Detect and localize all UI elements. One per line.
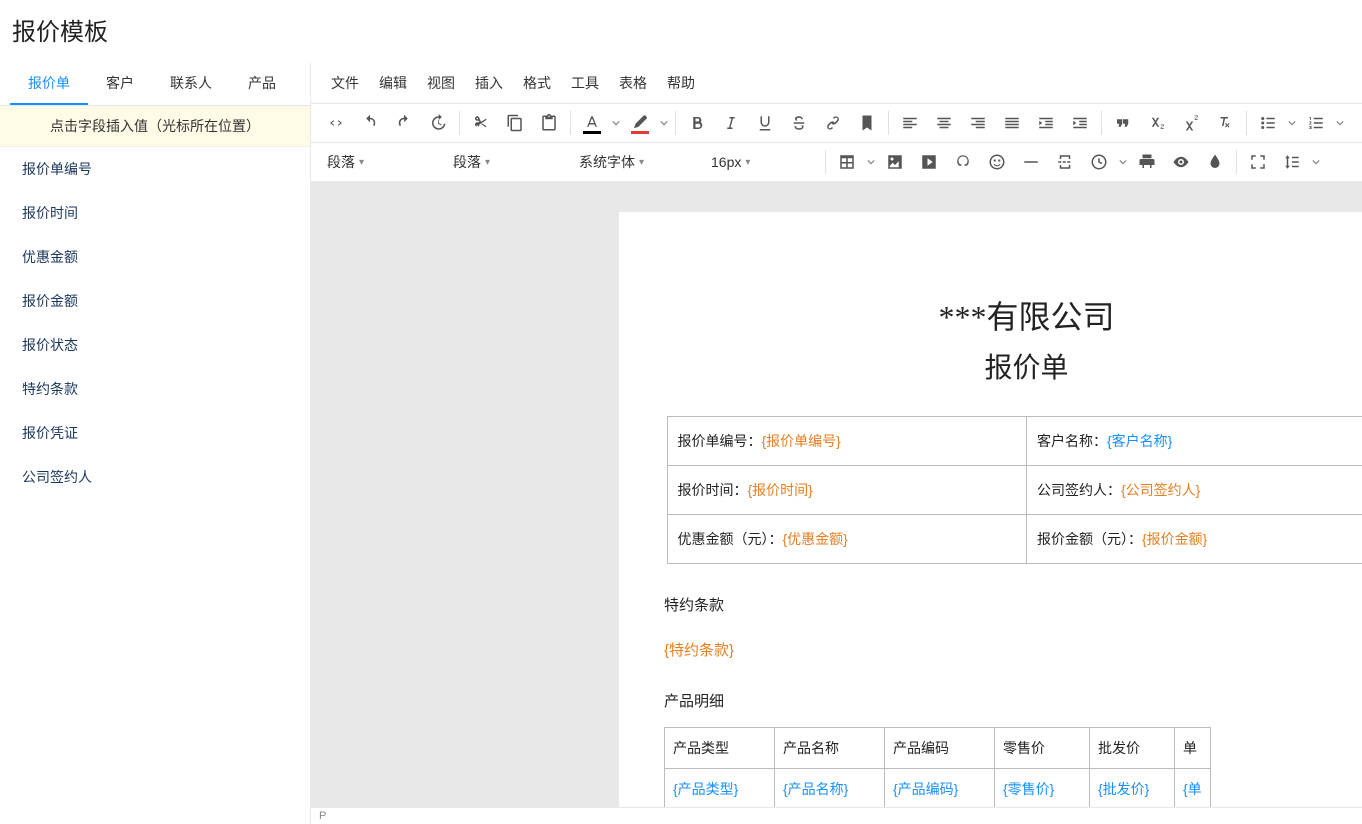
block-format-select[interactable]: 段落▾ — [319, 148, 437, 176]
field-item[interactable]: 报价时间 — [0, 191, 310, 235]
menu-file[interactable]: 文件 — [323, 69, 367, 97]
print-icon[interactable] — [1130, 145, 1164, 179]
field-item[interactable]: 报价状态 — [0, 323, 310, 367]
editor-canvas[interactable]: ***有限公司 报价单 报价单编号：{报价单编号} 客户名称：{客户名称} 报价… — [311, 182, 1362, 807]
chevron-down-icon[interactable] — [1333, 106, 1347, 140]
tab-customer[interactable]: 客户 — [88, 63, 152, 105]
indent-icon[interactable] — [1063, 106, 1097, 140]
terms-label: 特约条款 — [664, 594, 1362, 615]
chevron-down-icon[interactable] — [1285, 106, 1299, 140]
font-family-select[interactable]: 系统字体▾ — [571, 148, 695, 176]
bullet-list-icon[interactable] — [1251, 106, 1285, 140]
font-size-select[interactable]: 16px▾ — [703, 150, 813, 174]
align-left-icon[interactable] — [893, 106, 927, 140]
status-bar: P — [311, 807, 1362, 824]
toolbar-1 — [311, 104, 1362, 143]
doc-company-title: ***有限公司 — [619, 292, 1362, 338]
text-color-button[interactable] — [575, 106, 623, 140]
menubar: 文件 编辑 视图 插入 格式 工具 表格 帮助 — [311, 63, 1362, 104]
terms-placeholder: {特约条款} — [664, 639, 1362, 660]
highlight-color-button[interactable] — [623, 106, 671, 140]
field-item[interactable]: 特约条款 — [0, 367, 310, 411]
field-hint: 点击字段插入值（光标所在位置） — [0, 106, 310, 147]
bookmark-icon[interactable] — [850, 106, 884, 140]
emoji-icon[interactable] — [980, 145, 1014, 179]
field-item[interactable]: 报价凭证 — [0, 411, 310, 455]
document[interactable]: ***有限公司 报价单 报价单编号：{报价单编号} 客户名称：{客户名称} 报价… — [619, 212, 1362, 807]
align-center-icon[interactable] — [927, 106, 961, 140]
history-icon[interactable] — [421, 106, 455, 140]
numbered-list-button[interactable] — [1299, 106, 1347, 140]
detail-table: 产品类型 产品名称 产品编码 零售价 批发价 单 {产品类型} {产品名称} {… — [664, 727, 1211, 807]
tab-product[interactable]: 产品 — [230, 63, 294, 105]
numbered-list-icon[interactable] — [1299, 106, 1333, 140]
info-table: 报价单编号：{报价单编号} 客户名称：{客户名称} 报价时间：{报价时间} 公司… — [667, 416, 1362, 564]
left-panel: 报价单 客户 联系人 产品 点击字段插入值（光标所在位置） 报价单编号 报价时间… — [0, 63, 310, 824]
chevron-down-icon[interactable] — [1116, 145, 1130, 179]
outdent-icon[interactable] — [1029, 106, 1063, 140]
line-height-button[interactable] — [1275, 145, 1323, 179]
italic-icon[interactable] — [714, 106, 748, 140]
field-tabs: 报价单 客户 联系人 产品 — [0, 63, 310, 106]
field-item[interactable]: 报价金额 — [0, 279, 310, 323]
special-char-icon[interactable] — [946, 145, 980, 179]
page-title: 报价模板 — [0, 0, 1362, 63]
menu-table[interactable]: 表格 — [611, 69, 655, 97]
bold-icon[interactable] — [680, 106, 714, 140]
detail-label: 产品明细 — [664, 690, 1362, 711]
preview-icon[interactable] — [1164, 145, 1198, 179]
tab-quote[interactable]: 报价单 — [10, 63, 88, 105]
tab-contact[interactable]: 联系人 — [152, 63, 230, 105]
field-item[interactable]: 报价单编号 — [0, 147, 310, 191]
menu-view[interactable]: 视图 — [419, 69, 463, 97]
underline-icon[interactable] — [748, 106, 782, 140]
menu-format[interactable]: 格式 — [515, 69, 559, 97]
chevron-down-icon[interactable] — [1309, 145, 1323, 179]
source-code-icon[interactable] — [319, 106, 353, 140]
chevron-down-icon[interactable] — [864, 145, 878, 179]
clock-icon[interactable] — [1082, 145, 1116, 179]
link-icon[interactable] — [816, 106, 850, 140]
undo-icon[interactable] — [353, 106, 387, 140]
subscript-icon[interactable] — [1140, 106, 1174, 140]
align-right-icon[interactable] — [961, 106, 995, 140]
image-icon[interactable] — [878, 145, 912, 179]
field-list: 报价单编号 报价时间 优惠金额 报价金额 报价状态 特约条款 报价凭证 公司签约… — [0, 147, 310, 499]
field-item[interactable]: 公司签约人 — [0, 455, 310, 499]
ink-drop-icon[interactable] — [1198, 145, 1232, 179]
chevron-down-icon[interactable] — [657, 106, 671, 140]
copy-icon[interactable] — [498, 106, 532, 140]
fullscreen-icon[interactable] — [1241, 145, 1275, 179]
editor-panel: 文件 编辑 视图 插入 格式 工具 表格 帮助 — [310, 63, 1362, 824]
datetime-button[interactable] — [1082, 145, 1130, 179]
menu-edit[interactable]: 编辑 — [371, 69, 415, 97]
paste-icon[interactable] — [532, 106, 566, 140]
toolbar-2: 段落▾ 段落▾ 系统字体▾ 16px▾ — [311, 143, 1362, 182]
chevron-down-icon[interactable] — [609, 106, 623, 140]
clear-format-icon[interactable] — [1208, 106, 1242, 140]
menu-tools[interactable]: 工具 — [563, 69, 607, 97]
cut-icon[interactable] — [464, 106, 498, 140]
menu-insert[interactable]: 插入 — [467, 69, 511, 97]
strikethrough-icon[interactable] — [782, 106, 816, 140]
align-justify-icon[interactable] — [995, 106, 1029, 140]
media-icon[interactable] — [912, 145, 946, 179]
blockquote-icon[interactable] — [1106, 106, 1140, 140]
menu-help[interactable]: 帮助 — [659, 69, 703, 97]
table-button[interactable] — [830, 145, 878, 179]
horizontal-rule-icon[interactable] — [1014, 145, 1048, 179]
superscript-icon[interactable] — [1174, 106, 1208, 140]
style-select[interactable]: 段落▾ — [445, 148, 563, 176]
redo-icon[interactable] — [387, 106, 421, 140]
table-icon[interactable] — [830, 145, 864, 179]
doc-title: 报价单 — [619, 346, 1362, 386]
bullet-list-button[interactable] — [1251, 106, 1299, 140]
pagebreak-icon[interactable] — [1048, 145, 1082, 179]
line-height-icon[interactable] — [1275, 145, 1309, 179]
field-item[interactable]: 优惠金额 — [0, 235, 310, 279]
